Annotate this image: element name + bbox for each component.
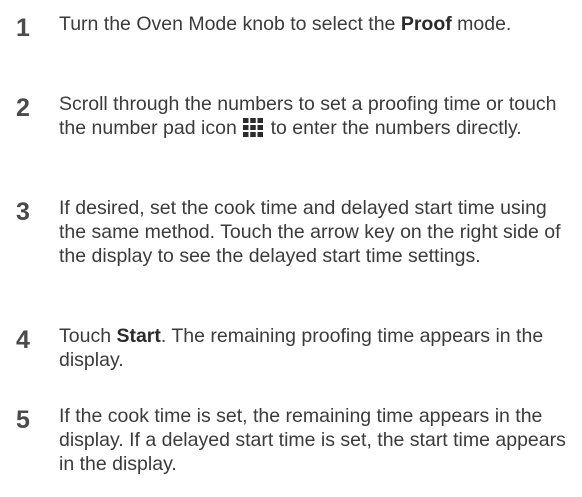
- number-pad-icon: [243, 118, 264, 137]
- step-number: 5: [16, 406, 30, 434]
- step-text: If desired, set the cook time and delaye…: [59, 197, 561, 267]
- step-number: 2: [16, 94, 30, 122]
- start-button-name: Start: [116, 325, 161, 347]
- step-text-part: Turn the Oven Mode knob to select the: [59, 13, 401, 35]
- instruction-steps: 1 Turn the Oven Mode knob to select the …: [0, 0, 582, 497]
- step-number: 4: [16, 326, 30, 354]
- step-number: 3: [16, 198, 30, 226]
- step-number: 1: [16, 14, 30, 42]
- step-text: Touch Start. The remaining proofing time…: [59, 324, 569, 372]
- step-text: Turn the Oven Mode knob to select the Pr…: [59, 12, 569, 36]
- step-text: If the cook time is set, the remaining t…: [59, 405, 566, 475]
- mode-name: Proof: [400, 13, 452, 35]
- step-text: Scroll through the numbers to set a proo…: [59, 92, 569, 140]
- step-text-part: mode.: [451, 13, 512, 35]
- step-text-part: to enter the numbers directly.: [265, 117, 522, 139]
- step-text-part: Touch: [59, 325, 117, 347]
